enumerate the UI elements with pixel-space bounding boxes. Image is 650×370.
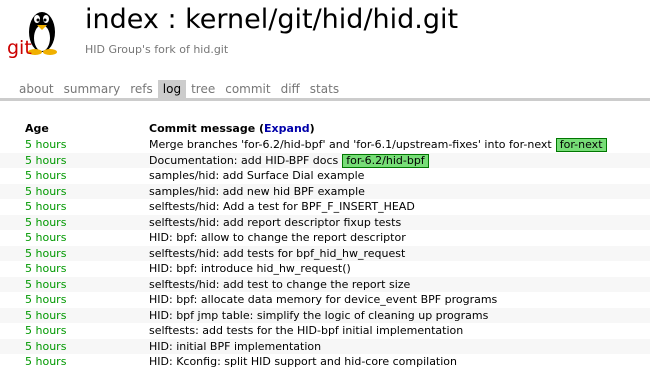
commit-message-cell: Merge branches 'for-6.2/hid-bpf' and 'fo… xyxy=(149,137,650,153)
table-row[interactable]: 5 hours samples/hid: add Surface Dial exa… xyxy=(0,168,650,184)
commit-message-link[interactable]: selftests/hid: add tests for bpf_hid_hw_… xyxy=(149,247,405,260)
table-row[interactable]: 5 hours HID: bpf: introduce hid_hw_reques… xyxy=(0,261,650,277)
commit-message-link[interactable]: HID: bpf jmp table: simplify the logic o… xyxy=(149,309,488,322)
table-row[interactable]: 5 hours HID: Kconfig: split HID support a… xyxy=(0,354,650,370)
table-row[interactable]: 5 hours selftests/hid: add report descrip… xyxy=(0,214,650,231)
commit-message-link[interactable]: Documentation: add HID-BPF docs xyxy=(149,154,338,167)
table-row[interactable]: 5 hours HID: initial BPF implementation xyxy=(0,338,650,355)
commit-message-link[interactable]: selftests: add tests for the HID-bpf ini… xyxy=(149,324,463,337)
svg-text:git: git xyxy=(7,37,32,59)
tab-refs[interactable]: refs xyxy=(125,80,158,98)
expand-link[interactable]: Expand xyxy=(264,122,310,135)
message-column-header: Commit message (Expand) xyxy=(149,122,315,135)
commit-age: 5 hours xyxy=(25,277,67,291)
tab-commit[interactable]: commit xyxy=(220,80,275,98)
tab-log[interactable]: log xyxy=(157,80,187,98)
log-rows: 5 hours Merge branches 'for-6.2/hid-bpf' … xyxy=(0,137,650,370)
table-row[interactable]: 5 hours selftests: add tests for the HID-… xyxy=(0,323,650,339)
table-row[interactable]: 5 hours HID: bpf: allocate data memory fo… xyxy=(0,292,650,308)
table-row[interactable]: 5 hours selftests/hid: Add a test for BPF… xyxy=(0,199,650,215)
commit-message-link[interactable]: selftests/hid: add report descriptor fix… xyxy=(149,216,401,229)
tab-about[interactable]: about xyxy=(14,80,59,98)
commit-message-cell: selftests/hid: add report descriptor fix… xyxy=(149,215,650,231)
commit-message-cell: HID: initial BPF implementation xyxy=(149,339,650,355)
tab-diff[interactable]: diff xyxy=(276,80,305,98)
commit-message-cell: selftests/hid: add test to change the re… xyxy=(149,277,650,293)
commit-message-cell: samples/hid: add Surface Dial example xyxy=(149,168,650,184)
age-column-header: Age xyxy=(25,122,49,135)
commit-age: 5 hours xyxy=(25,215,67,229)
tab-bar: about summary refs log tree commit diff … xyxy=(0,80,650,101)
page-title: index : kernel/git/hid/hid.git xyxy=(85,4,459,35)
tab-stats[interactable]: stats xyxy=(305,80,344,98)
commit-message-cell: HID: bpf: introduce hid_hw_request() xyxy=(149,261,650,277)
commit-message-cell: HID: bpf: allow to change the report des… xyxy=(149,230,650,246)
commit-message-cell: HID: bpf: allocate data memory for devic… xyxy=(149,292,650,308)
commit-age: 5 hours xyxy=(25,246,67,260)
table-row[interactable]: 5 hours Merge branches 'for-6.2/hid-bpf' … xyxy=(0,137,650,153)
commit-age: 5 hours xyxy=(25,308,67,322)
commit-message-link[interactable]: HID: bpf: allow to change the report des… xyxy=(149,231,406,244)
commit-age: 5 hours xyxy=(25,262,67,275)
table-row[interactable]: 5 hours Documentation: add HID-BPF docs fo… xyxy=(0,152,650,169)
tux-icon: git xyxy=(7,12,57,59)
message-header-label: Commit message xyxy=(149,122,256,135)
commit-message-link[interactable]: selftests/hid: add test to change the re… xyxy=(149,278,410,291)
commit-message-link[interactable]: samples/hid: add Surface Dial example xyxy=(149,169,364,182)
commit-log-table: Age Commit message (Expand) 5 hours Merge… xyxy=(0,120,650,370)
commit-message-link[interactable]: Merge branches 'for-6.2/hid-bpf' and 'fo… xyxy=(149,138,552,151)
tab-tree[interactable]: tree xyxy=(186,80,220,98)
commit-message-cell: selftests: add tests for the HID-bpf ini… xyxy=(149,323,650,339)
commit-message-link[interactable]: HID: bpf: allocate data memory for devic… xyxy=(149,293,497,306)
commit-message-link[interactable]: HID: Kconfig: split HID support and hid-… xyxy=(149,355,457,368)
commit-age: 5 hours xyxy=(25,184,67,198)
log-table-header: Age Commit message (Expand) xyxy=(0,120,650,137)
commit-message-link[interactable]: HID: initial BPF implementation xyxy=(149,340,321,353)
page-header: git index : kernel/git/hid/hid.git HID G… xyxy=(0,0,650,80)
commit-age: 5 hours xyxy=(25,138,67,151)
commit-message-link[interactable]: HID: bpf: introduce hid_hw_request() xyxy=(149,262,351,275)
table-row[interactable]: 5 hours selftests/hid: add tests for bpf_… xyxy=(0,245,650,262)
commit-age: 5 hours xyxy=(25,355,67,368)
table-row[interactable]: 5 hours HID: bpf: allow to change the rep… xyxy=(0,230,650,246)
commit-message-link[interactable]: selftests/hid: Add a test for BPF_F_INSE… xyxy=(149,200,415,213)
commit-age: 5 hours xyxy=(25,293,67,306)
commit-age: 5 hours xyxy=(25,339,67,353)
commit-age: 5 hours xyxy=(25,153,67,167)
table-row[interactable]: 5 hours samples/hid: add new hid BPF exam… xyxy=(0,183,650,200)
commit-message-cell: HID: Kconfig: split HID support and hid-… xyxy=(149,354,650,370)
commit-message-cell: selftests/hid: Add a test for BPF_F_INSE… xyxy=(149,199,650,215)
commit-message-link[interactable]: samples/hid: add new hid BPF example xyxy=(149,185,365,198)
tab-summary[interactable]: summary xyxy=(59,80,126,98)
commit-age: 5 hours xyxy=(25,200,67,213)
commit-age: 5 hours xyxy=(25,231,67,244)
commit-message-cell: HID: bpf jmp table: simplify the logic o… xyxy=(149,308,650,324)
page-subtitle: HID Group's fork of hid.git xyxy=(85,43,229,56)
git-tux-logo[interactable]: git xyxy=(6,2,66,62)
commit-age: 5 hours xyxy=(25,324,67,337)
branch-ref-badge[interactable]: for-6.2/hid-bpf xyxy=(342,153,429,168)
commit-message-cell: samples/hid: add new hid BPF example xyxy=(149,184,650,200)
commit-message-cell: Documentation: add HID-BPF docs for-6.2/h… xyxy=(149,153,650,169)
table-row[interactable]: 5 hours selftests/hid: add test to change… xyxy=(0,276,650,293)
branch-ref-badge[interactable]: for-next xyxy=(555,138,607,152)
commit-age: 5 hours xyxy=(25,169,67,182)
commit-message-cell: selftests/hid: add tests for bpf_hid_hw_… xyxy=(149,246,650,262)
table-row[interactable]: 5 hours HID: bpf jmp table: simplify the … xyxy=(0,307,650,324)
